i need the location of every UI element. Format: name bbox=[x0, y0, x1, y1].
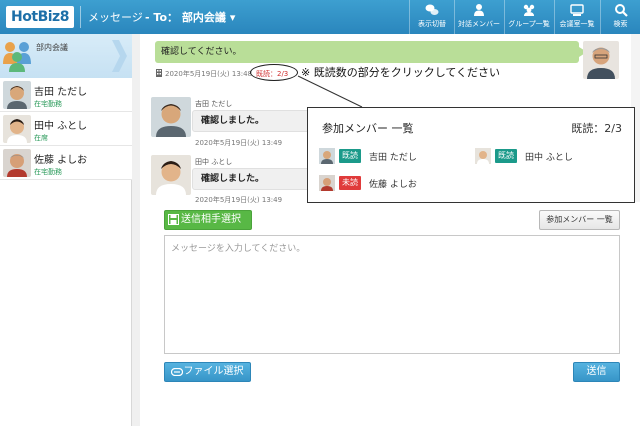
save-icon bbox=[168, 214, 179, 225]
recipient-selector[interactable]: - To： 部内会議 ▾ bbox=[145, 9, 235, 25]
toolbar-label: 検索 bbox=[613, 20, 628, 28]
member-name: 佐藤 よしお bbox=[34, 155, 88, 166]
annotation-note: ※ 既読数の部分をクリックしてください bbox=[301, 66, 501, 79]
sidebar-item-member[interactable]: 佐藤 よしお 在宅勤務 bbox=[0, 146, 132, 180]
popup-member-row: 既読 田中 ふとし bbox=[475, 148, 625, 164]
group-icon bbox=[523, 4, 535, 16]
member-status: 在宅勤務 bbox=[34, 100, 62, 108]
member-status: 在宅勤務 bbox=[34, 168, 62, 176]
member-list-button[interactable]: 参加メンバー 一覧 bbox=[539, 210, 620, 230]
sender-name: 田中 ふとし bbox=[195, 158, 233, 166]
my-message-bubble: 確認してください。 bbox=[155, 41, 587, 63]
popup-member-name: 吉田 ただし bbox=[369, 153, 417, 163]
toolbar-label: 表示切替 bbox=[418, 20, 446, 28]
file-select-button[interactable]: ファイル選択 bbox=[164, 362, 251, 382]
message-timestamp: 2020年5月19日(火) 13:49 bbox=[195, 139, 283, 147]
app-logo[interactable]: HotBiz8 bbox=[6, 6, 74, 28]
toolbar-search-button[interactable]: 検索 bbox=[601, 0, 640, 34]
person-icon bbox=[474, 4, 484, 16]
sidebar-item-group[interactable]: 部内会議 bbox=[0, 34, 132, 78]
select-recipient-label: 送信相手選択 bbox=[181, 214, 241, 225]
read-badge: 既読 bbox=[339, 149, 361, 163]
popup-title: 参加メンバー 一覧 bbox=[322, 122, 414, 135]
toolbar-display-toggle-button[interactable]: 表示切替 bbox=[412, 0, 452, 34]
toolbar-label: 会議室一覧 bbox=[559, 20, 595, 28]
message-timestamp: 2020年5月19日(火) 13:49 bbox=[195, 196, 283, 204]
toolbar-members-button[interactable]: 対話メンバー bbox=[455, 0, 503, 34]
toolbar-divider bbox=[409, 0, 410, 34]
chat-bubbles-icon bbox=[425, 4, 439, 15]
app-header: HotBiz8 メッセージ - To： 部内会議 ▾ 表示切替 対話メンバー グル… bbox=[0, 0, 640, 34]
chevron-right-icon bbox=[112, 40, 127, 72]
paperclip-icon bbox=[171, 368, 183, 376]
send-button[interactable]: 送信 bbox=[573, 362, 620, 382]
member-name: 田中 ふとし bbox=[34, 121, 88, 132]
read-badge: 既読 bbox=[495, 149, 517, 163]
popup-member-name: 田中 ふとし bbox=[525, 153, 573, 163]
sidebar-group-label: 部内会議 bbox=[36, 43, 68, 52]
sidebar: 部内会議 吉田 ただし 在宅勤務 田中 ふとし 在席 佐藤 よしお 在宅勤務 bbox=[0, 34, 132, 426]
search-icon bbox=[614, 4, 628, 17]
popup-member-name: 佐藤 よしお bbox=[369, 180, 417, 190]
avatar bbox=[3, 149, 31, 177]
recipient-label: - To： 部内会議 bbox=[145, 11, 226, 24]
member-status: 在席 bbox=[34, 134, 48, 142]
popup-member-row: 既読 吉田 ただし bbox=[319, 148, 469, 164]
toolbar-label: 対話メンバー bbox=[458, 20, 500, 28]
toolbar-meeting-room-button[interactable]: 会議室一覧 bbox=[555, 0, 599, 34]
building-icon bbox=[156, 69, 162, 77]
app-section-label[interactable]: メッセージ bbox=[88, 9, 143, 25]
avatar bbox=[319, 175, 335, 191]
message-input[interactable]: メッセージを入力してください。 bbox=[164, 235, 620, 354]
sender-name: 吉田 ただし bbox=[195, 100, 233, 108]
toolbar-label: グループ一覧 bbox=[508, 20, 550, 28]
member-read-popup: 参加メンバー 一覧 既読：2/3 既読 吉田 ただし 既読 田中 ふとし 未読 … bbox=[307, 107, 635, 203]
popup-member-row: 未読 佐藤 よしお bbox=[319, 175, 469, 191]
read-status-highlight bbox=[250, 64, 298, 81]
meeting-room-icon bbox=[570, 4, 584, 16]
select-recipient-button[interactable]: 送信相手選択 bbox=[164, 210, 252, 230]
unread-badge: 未読 bbox=[339, 176, 361, 190]
popup-read-count: 既読：2/3 bbox=[571, 122, 622, 135]
avatar bbox=[475, 148, 491, 164]
avatar bbox=[151, 97, 191, 137]
toolbar-group-list-button[interactable]: グループ一覧 bbox=[505, 0, 553, 34]
member-name: 吉田 ただし bbox=[34, 87, 88, 98]
file-select-label: ファイル選択 bbox=[183, 366, 244, 377]
chevron-down-icon: ▾ bbox=[229, 11, 236, 24]
sidebar-item-member[interactable]: 吉田 ただし 在宅勤務 bbox=[0, 78, 132, 112]
my-avatar bbox=[583, 41, 619, 79]
avatar bbox=[3, 115, 31, 143]
header-divider bbox=[80, 6, 81, 28]
avatar bbox=[151, 155, 191, 195]
avatar bbox=[3, 81, 31, 109]
sidebar-item-member[interactable]: 田中 ふとし 在席 bbox=[0, 112, 132, 146]
group-avatar-icon bbox=[3, 42, 31, 72]
avatar bbox=[319, 148, 335, 164]
message-timestamp: 2020年5月19日(火) 13:48 bbox=[165, 70, 253, 78]
